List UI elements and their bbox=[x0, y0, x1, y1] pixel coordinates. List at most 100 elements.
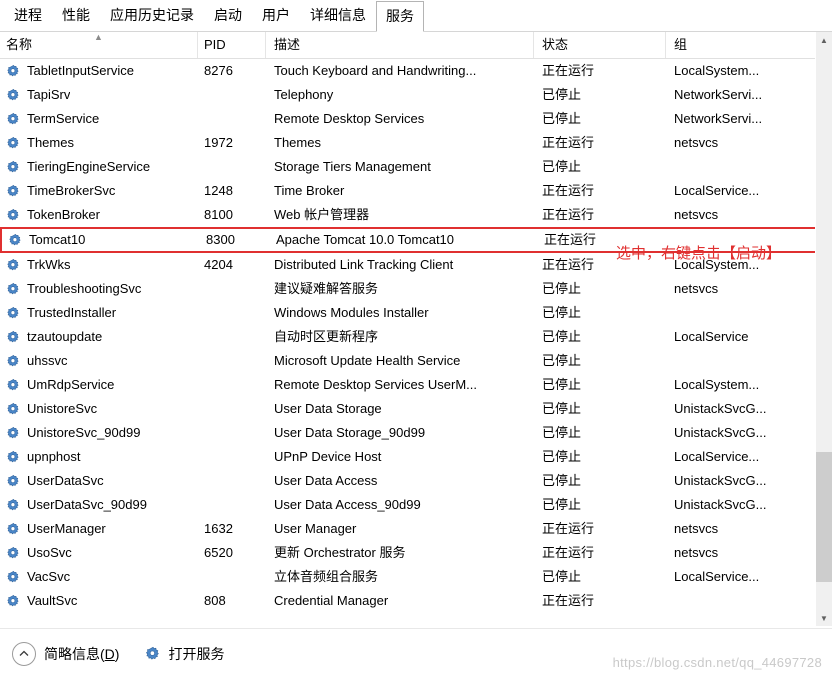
cell-service-name: UsoSvc bbox=[0, 541, 198, 565]
cell-pid bbox=[198, 421, 266, 445]
service-name-label: upnphost bbox=[27, 449, 81, 464]
annotation-text: 选中，右键点击【启动】 bbox=[616, 245, 782, 262]
service-name-label: VacSvc bbox=[27, 569, 71, 584]
cell-pid bbox=[198, 107, 266, 131]
service-name-label: TabletInputService bbox=[27, 63, 134, 78]
cell-status: 已停止 bbox=[542, 497, 582, 512]
tab-users[interactable]: 用户 bbox=[252, 0, 300, 31]
column-header-name[interactable]: 名称 ▲ bbox=[0, 32, 198, 58]
tab-performance[interactable]: 性能 bbox=[52, 0, 100, 31]
cell-status: 正在运行 bbox=[542, 593, 595, 608]
cell-group: netsvcs bbox=[674, 135, 719, 150]
services-table[interactable]: TabletInputService 8276 Touch Keyboard and… bbox=[0, 59, 832, 651]
column-header-pid[interactable]: PID bbox=[198, 32, 266, 58]
cell-status: 已停止 bbox=[542, 353, 582, 368]
table-row[interactable]: TermService Remote Desktop Services 已停止 Net… bbox=[0, 107, 832, 131]
table-row[interactable]: UnistoreSvc User Data Storage 已停止 UnistackS… bbox=[0, 397, 832, 421]
table-row[interactable]: VaultSvc 808 Credential Manager 正在运行 bbox=[0, 589, 832, 613]
service-gear-icon bbox=[6, 282, 21, 297]
service-name-label: TimeBrokerSvc bbox=[27, 183, 116, 198]
table-row[interactable]: UserDataSvc User Data Access 已停止 UnistackSv… bbox=[0, 469, 832, 493]
cell-pid bbox=[198, 349, 266, 373]
column-header-description[interactable]: 描述 bbox=[266, 32, 534, 58]
tab-details[interactable]: 详细信息 bbox=[300, 0, 376, 31]
chevron-up-icon bbox=[12, 641, 36, 666]
column-header-status[interactable]: 状态 bbox=[534, 32, 666, 58]
cell-status: 已停止 bbox=[542, 281, 582, 296]
service-name-label: UserDataSvc_90d99 bbox=[27, 497, 147, 512]
cell-group: UnistackSvcG... bbox=[674, 401, 767, 416]
table-row[interactable]: uhssvc Microsoft Update Health Service 已停止 bbox=[0, 349, 832, 373]
cell-service-name: TokenBroker bbox=[0, 203, 198, 227]
service-name-label: UnistoreSvc_90d99 bbox=[27, 425, 141, 440]
cell-pid: 808 bbox=[204, 593, 226, 608]
cell-service-name: tzautoupdate bbox=[0, 325, 198, 349]
cell-group: LocalService... bbox=[674, 449, 760, 464]
table-row[interactable]: UnistoreSvc_90d99 User Data Storage_90d99… bbox=[0, 421, 832, 445]
table-row[interactable]: UserManager 1632 User Manager 正在运行 netsvcs bbox=[0, 517, 832, 541]
service-name-label: UmRdpService bbox=[27, 377, 115, 392]
tab-startup[interactable]: 启动 bbox=[204, 0, 252, 31]
cell-status: 已停止 bbox=[542, 401, 582, 416]
cell-pid bbox=[198, 277, 266, 301]
table-row[interactable]: TapiSrv Telephony 已停止 NetworkServi... bbox=[0, 83, 832, 107]
service-gear-icon bbox=[6, 498, 21, 513]
service-gear-icon bbox=[6, 426, 21, 441]
table-row[interactable]: TimeBrokerSvc 1248 Time Broker 正在运行 LocalSer… bbox=[0, 179, 832, 203]
cell-group bbox=[666, 301, 816, 325]
cell-group bbox=[666, 349, 816, 373]
table-row[interactable]: UmRdpService Remote Desktop Services User… bbox=[0, 373, 832, 397]
cell-service-name: UserDataSvc_90d99 bbox=[0, 493, 198, 517]
service-gear-icon bbox=[6, 378, 21, 393]
table-row[interactable]: TieringEngineService Storage Tiers Manage… bbox=[0, 155, 832, 179]
column-header-group[interactable]: 组 bbox=[666, 32, 816, 58]
service-gear-icon bbox=[6, 522, 21, 537]
cell-description: Time Broker bbox=[274, 183, 345, 198]
tab-app-history[interactable]: 应用历史记录 bbox=[100, 0, 204, 31]
cell-status: 已停止 bbox=[542, 377, 582, 392]
table-row[interactable]: UsoSvc 6520 更新 Orchestrator 服务 正在运行 netsvcs bbox=[0, 541, 832, 565]
table-row[interactable]: upnphost UPnP Device Host 已停止 LocalService.… bbox=[0, 445, 832, 469]
cell-service-name: TieringEngineService bbox=[0, 155, 198, 179]
table-row[interactable]: UserDataSvc_90d99 User Data Access_90d99 已… bbox=[0, 493, 832, 517]
cell-pid: 4204 bbox=[204, 257, 233, 272]
service-gear-icon bbox=[6, 258, 21, 273]
service-name-label: TokenBroker bbox=[27, 207, 100, 222]
cell-pid: 8100 bbox=[204, 207, 233, 222]
cell-service-name: UmRdpService bbox=[0, 373, 198, 397]
tab-services[interactable]: 服务 bbox=[376, 1, 424, 32]
cell-pid bbox=[198, 373, 266, 397]
tab-processes[interactable]: 进程 bbox=[4, 0, 52, 31]
table-row[interactable]: Themes 1972 Themes 正在运行 netsvcs bbox=[0, 131, 832, 155]
service-name-label: TrkWks bbox=[27, 257, 71, 272]
table-row[interactable]: TokenBroker 8100 Web 帐户管理器 正在运行 netsvcs bbox=[0, 203, 832, 227]
service-name-label: tzautoupdate bbox=[27, 329, 103, 344]
table-row[interactable]: TabletInputService 8276 Touch Keyboard and… bbox=[0, 59, 832, 83]
cell-description: Web 帐户管理器 bbox=[274, 207, 370, 222]
scroll-up-arrow-icon[interactable]: ▲ bbox=[816, 32, 832, 48]
scrollbar-thumb[interactable] bbox=[816, 452, 832, 582]
cell-status: 正在运行 bbox=[542, 63, 595, 78]
vertical-scrollbar[interactable]: ▲ ▼ bbox=[815, 32, 832, 626]
cell-description: User Data Storage_90d99 bbox=[274, 425, 426, 440]
cell-pid bbox=[198, 493, 266, 517]
cell-pid: 1972 bbox=[204, 135, 233, 150]
cell-group: NetworkServi... bbox=[674, 111, 763, 126]
open-services-button[interactable]: 打开服务 bbox=[145, 644, 250, 664]
cell-description: Remote Desktop Services UserM... bbox=[274, 377, 478, 392]
cell-service-name: uhssvc bbox=[0, 349, 198, 373]
cell-description: User Data Access_90d99 bbox=[274, 497, 421, 512]
table-row[interactable]: TrustedInstaller Windows Modules Installe… bbox=[0, 301, 832, 325]
cell-group: netsvcs bbox=[674, 207, 719, 222]
cell-service-name: Themes bbox=[0, 131, 198, 155]
table-row[interactable]: VacSvc 立体音频组合服务 已停止 LocalService... bbox=[0, 565, 832, 589]
service-gear-icon bbox=[6, 450, 21, 465]
table-row[interactable]: tzautoupdate 自动时区更新程序 已停止 LocalService bbox=[0, 325, 832, 349]
service-gear-icon bbox=[6, 402, 21, 417]
table-row[interactable]: TroubleshootingSvc 建议疑难解答服务 已停止 netsvcs bbox=[0, 277, 832, 301]
fewer-details-button[interactable]: 简略信息(D) bbox=[12, 641, 145, 666]
cell-service-name: UserManager bbox=[0, 517, 198, 541]
scroll-down-arrow-icon[interactable]: ▼ bbox=[816, 610, 832, 626]
service-name-label: Themes bbox=[27, 135, 74, 150]
cell-description: Telephony bbox=[274, 87, 334, 102]
